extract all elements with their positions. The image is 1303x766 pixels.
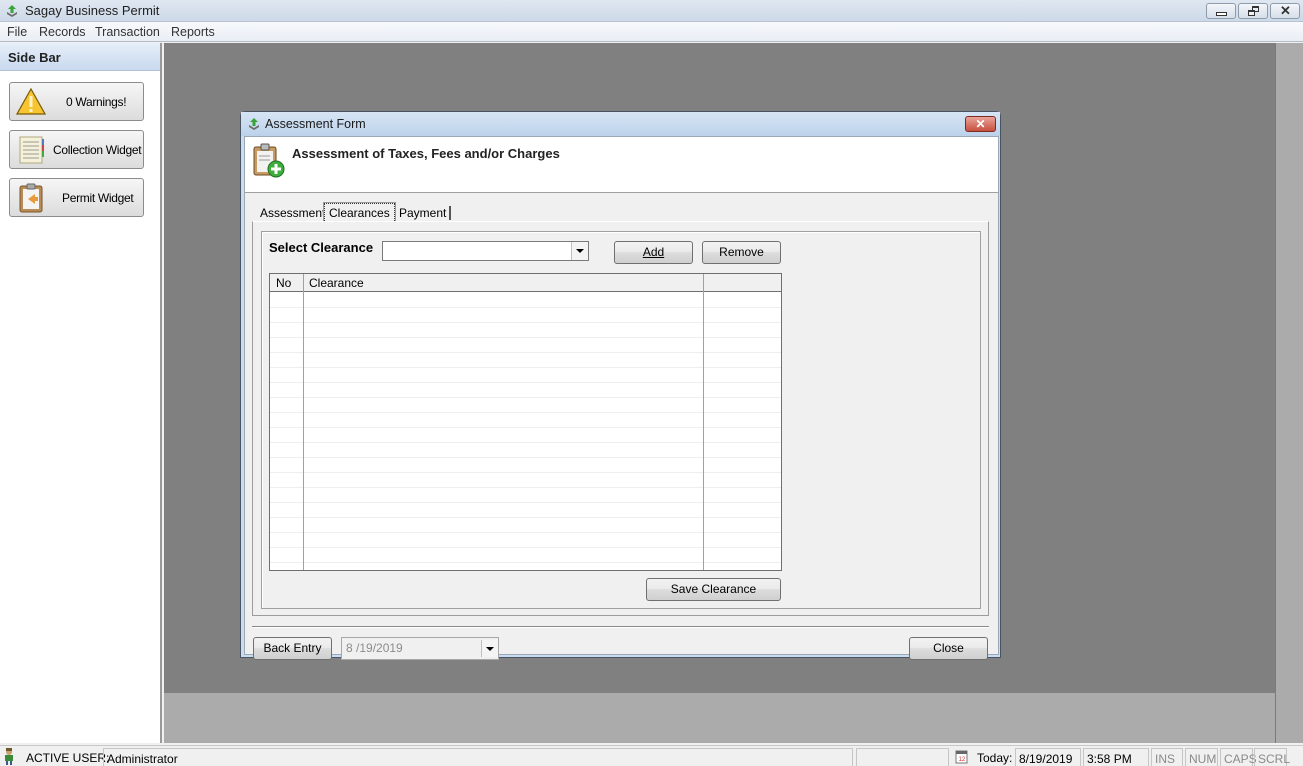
table-row[interactable] (270, 398, 781, 413)
minimize-button[interactable] (1206, 3, 1236, 19)
table-row[interactable] (270, 383, 781, 398)
scrl-indicator: SCRL (1254, 748, 1290, 766)
save-clearance-button[interactable]: Save Clearance (646, 578, 781, 601)
footer-divider (252, 626, 989, 628)
close-icon: ✕ (1280, 3, 1291, 18)
ledger-icon (19, 136, 44, 164)
menu-reports[interactable]: Reports (171, 25, 215, 39)
dialog-header: Assessment of Taxes, Fees and/or Charges (245, 137, 998, 193)
menu-records[interactable]: Records (39, 25, 86, 39)
close-button-label: Close (933, 641, 964, 655)
select-clearance-label: Select Clearance (269, 240, 374, 255)
close-icon: ✕ (975, 117, 986, 131)
table-row[interactable] (270, 338, 781, 353)
clearances-group: Select Clearance Add Remove No Clearance (261, 231, 981, 609)
permit-widget-label: Permit Widget (62, 191, 134, 205)
select-clearance-dropdown[interactable] (382, 241, 589, 261)
warnings-label: 0 Warnings! (66, 95, 127, 109)
column-header-no[interactable]: No (276, 276, 291, 290)
warnings-button[interactable]: 0 Warnings! (9, 82, 144, 121)
table-row[interactable] (270, 353, 781, 368)
app-title: Sagay Business Permit (25, 3, 160, 18)
save-clearance-label: Save Clearance (670, 582, 757, 596)
minimize-icon (1216, 12, 1227, 16)
restore-icon (1248, 6, 1260, 17)
menu-file[interactable]: File (7, 25, 27, 39)
user-icon (5, 748, 13, 765)
caps-indicator: CAPS (1220, 748, 1257, 766)
dialog-heading: Assessment of Taxes, Fees and/or Charges (292, 146, 560, 161)
table-row[interactable] (270, 368, 781, 383)
tab-assessment[interactable]: Assessment (260, 206, 325, 220)
today-label: Today: (977, 751, 1013, 765)
remove-button-label: Remove (719, 245, 764, 259)
chevron-down-icon[interactable] (481, 640, 498, 657)
dialog-title: Assessment Form (265, 117, 366, 131)
horizontal-scrollbar[interactable] (164, 693, 1275, 743)
table-row[interactable] (270, 488, 781, 503)
add-button[interactable]: Add (614, 241, 693, 264)
svg-text:12: 12 (959, 757, 966, 763)
calendar-icon: 12 (955, 750, 968, 764)
app-logo-icon (7, 5, 17, 17)
num-indicator: NUM (1185, 748, 1218, 766)
table-row[interactable] (270, 458, 781, 473)
menu-transaction[interactable]: Transaction (95, 25, 160, 39)
table-row[interactable] (270, 518, 781, 533)
sidebar-title: Side Bar (0, 43, 160, 71)
vertical-scrollbar[interactable] (1275, 43, 1303, 743)
back-entry-button[interactable]: Back Entry (253, 637, 332, 660)
table-row[interactable] (270, 308, 781, 323)
app-close-button[interactable]: ✕ (1270, 3, 1300, 19)
table-row[interactable] (270, 473, 781, 488)
tab-payment[interactable]: Payment (399, 206, 452, 220)
column-divider (303, 274, 304, 570)
active-user-value: Administrator (103, 748, 853, 766)
warning-icon (16, 87, 46, 115)
close-button[interactable]: Close (909, 637, 988, 660)
ins-indicator: INS (1151, 748, 1183, 766)
today-date: 8/19/2019 (1015, 748, 1081, 766)
status-bar: ACTIVE USER: Administrator 12 Today: 8/1… (0, 745, 1303, 766)
table-row[interactable] (270, 533, 781, 548)
table-row[interactable] (270, 323, 781, 338)
menu-bar: File Records Transaction Reports (0, 22, 1303, 42)
column-divider (703, 274, 704, 570)
dialog-close-button[interactable]: ✕ (965, 116, 996, 132)
collection-widget-label: Collection Widget (53, 143, 142, 157)
entry-date-picker[interactable]: 8 /19/2019 (341, 637, 499, 660)
app-titlebar: Sagay Business Permit ✕ (0, 0, 1303, 22)
entry-date-value: 8 /19/2019 (346, 641, 403, 655)
clipboard-icon (19, 183, 43, 213)
table-row[interactable] (270, 503, 781, 518)
table-header: No Clearance (270, 274, 781, 292)
dialog-body: Assessment of Taxes, Fees and/or Charges… (244, 136, 999, 660)
back-entry-label: Back Entry (263, 641, 322, 655)
current-time: 3:58 PM (1083, 748, 1149, 766)
app-logo-icon (249, 118, 259, 130)
assessment-form-dialog: Assessment Form ✕ Assessment of Taxes, F… (240, 111, 1001, 660)
restore-button[interactable] (1238, 3, 1268, 19)
table-row[interactable] (270, 293, 781, 308)
clearances-tab-panel: Select Clearance Add Remove No Clearance (252, 221, 989, 616)
column-header-clearance[interactable]: Clearance (309, 276, 364, 290)
collection-widget-button[interactable]: Collection Widget (9, 130, 144, 169)
add-button-label: Add (642, 245, 665, 259)
active-user-label: ACTIVE USER: (26, 751, 110, 765)
remove-button[interactable]: Remove (702, 241, 781, 264)
sidebar: Side Bar 0 Warnings! Collection Widget P… (0, 43, 162, 743)
chevron-down-icon[interactable] (571, 242, 588, 260)
table-row[interactable] (270, 548, 781, 563)
status-empty-cell (856, 748, 949, 766)
table-row[interactable] (270, 428, 781, 443)
table-row[interactable] (270, 413, 781, 428)
tab-clearances[interactable]: Clearances (323, 202, 396, 222)
clipboard-add-icon (253, 143, 285, 178)
dialog-titlebar: Assessment Form ✕ (241, 112, 1000, 136)
clearances-table[interactable]: No Clearance (269, 273, 782, 571)
table-row[interactable] (270, 443, 781, 458)
permit-widget-button[interactable]: Permit Widget (9, 178, 144, 217)
